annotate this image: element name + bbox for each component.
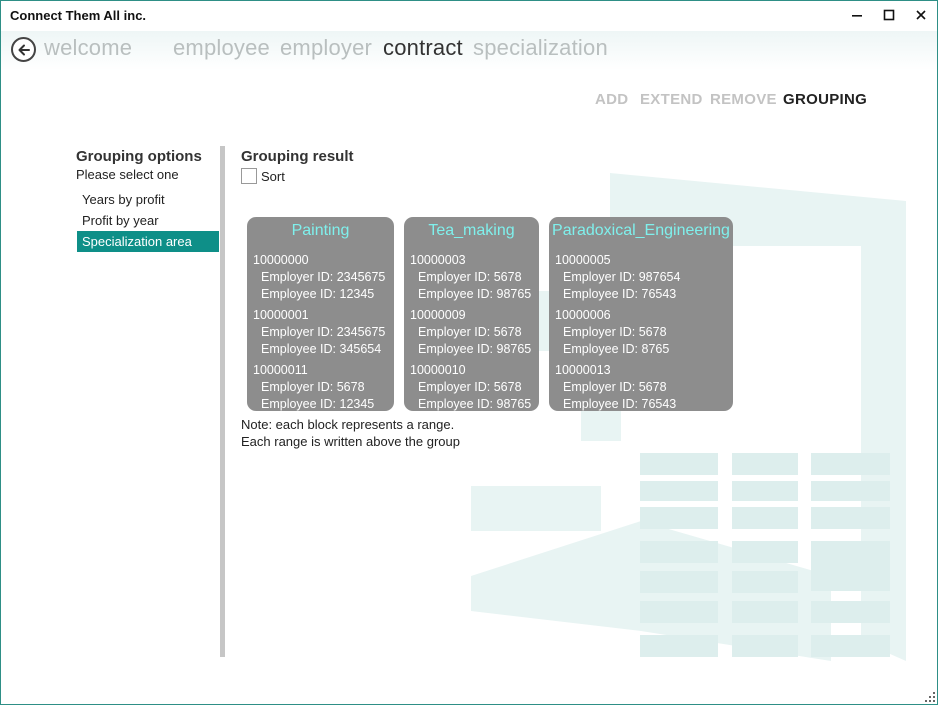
contract-id: 10000013 <box>555 363 611 377</box>
employer-id: Employer ID: 5678 <box>563 325 667 339</box>
group-entry: 10000010 Employer ID: 5678 Employee ID: … <box>410 362 539 411</box>
maximize-icon <box>883 9 895 21</box>
contract-id: 10000010 <box>410 363 466 377</box>
option-profit-by-year[interactable]: Profit by year <box>77 210 219 231</box>
contract-id: 10000009 <box>410 308 466 322</box>
note-line-2: Each range is written above the group <box>241 434 460 449</box>
grouping-result-title: Grouping result <box>241 148 354 165</box>
employee-id: Employee ID: 12345 <box>261 397 375 411</box>
grouping-options-subtitle: Please select one <box>76 167 179 182</box>
option-specialization-area[interactable]: Specialization area <box>77 231 219 252</box>
panel-splitter[interactable] <box>220 146 225 657</box>
employee-id: Employee ID: 98765 <box>418 397 532 411</box>
back-button[interactable] <box>11 37 36 62</box>
contract-id: 10000006 <box>555 308 611 322</box>
grouping-result-panel: Grouping result Sort <box>241 148 354 184</box>
employer-id: Employer ID: 5678 <box>418 380 522 394</box>
employee-id: Employee ID: 76543 <box>563 287 677 301</box>
group-entry: 10000006 Employer ID: 5678 Employee ID: … <box>555 307 733 358</box>
close-icon <box>916 10 926 20</box>
group-entry: 10000003 Employer ID: 5678 Employee ID: … <box>410 252 539 303</box>
contract-id: 10000005 <box>555 253 611 267</box>
employee-id: Employee ID: 345654 <box>261 342 382 356</box>
group-block-paradoxical-engineering: Paradoxical_Engineering 10000005 Employe… <box>549 217 733 411</box>
nav-employer[interactable]: employer <box>280 35 372 61</box>
arrow-left-icon <box>18 44 30 55</box>
contract-id: 10000003 <box>410 253 466 267</box>
group-block-painting: Painting 10000000 Employer ID: 2345675 E… <box>247 217 394 411</box>
close-button[interactable] <box>908 5 934 25</box>
employee-id: Employee ID: 98765 <box>418 287 532 301</box>
grouping-options-title: Grouping options <box>76 148 202 165</box>
navigation-bar: welcome employee employer contract speci… <box>1 31 937 71</box>
minimize-icon <box>852 15 862 17</box>
maximize-button[interactable] <box>876 5 902 25</box>
group-entry: 10000005 Employer ID: 987654 Employee ID… <box>555 252 733 303</box>
employee-id: Employee ID: 76543 <box>563 397 677 411</box>
add-action[interactable]: ADD <box>595 91 628 108</box>
employer-id: Employer ID: 2345675 <box>261 270 386 284</box>
employer-id: Employer ID: 5678 <box>563 380 667 394</box>
sort-checkbox[interactable] <box>241 168 257 184</box>
grouping-note: Note: each block represents a range. Eac… <box>241 416 460 450</box>
contract-id: 10000011 <box>253 363 308 377</box>
nav-specialization[interactable]: specialization <box>473 35 608 61</box>
employee-id: Employee ID: 12345 <box>261 287 375 301</box>
nav-contract[interactable]: contract <box>383 35 463 61</box>
group-entry: 10000009 Employer ID: 5678 Employee ID: … <box>410 307 539 358</box>
employer-id: Employer ID: 5678 <box>418 270 522 284</box>
group-title: Tea_making <box>428 222 515 239</box>
employer-id: Employer ID: 5678 <box>261 380 365 394</box>
note-line-1: Note: each block represents a range. <box>241 417 455 432</box>
contract-id: 10000000 <box>253 253 309 267</box>
group-entry: 10000011 Employer ID: 5678 Employee ID: … <box>253 362 394 411</box>
group-entry: 10000013 Employer ID: 5678 Employee ID: … <box>555 362 733 411</box>
app-window: Connect Them All inc. welcome employee e… <box>0 0 938 705</box>
grouping-options-list: Years by profit Profit by year Specializ… <box>77 189 219 252</box>
sort-checkbox-row[interactable]: Sort <box>241 168 285 184</box>
group-title: Painting <box>291 222 350 239</box>
employee-id: Employee ID: 98765 <box>418 342 532 356</box>
grouping-action[interactable]: GROUPING <box>783 91 867 108</box>
group-entry: 10000001 Employer ID: 2345675 Employee I… <box>253 307 394 358</box>
employer-id: Employer ID: 2345675 <box>261 325 386 339</box>
employee-id: Employee ID: 8765 <box>563 342 670 356</box>
option-years-by-profit[interactable]: Years by profit <box>77 189 219 210</box>
remove-action[interactable]: REMOVE <box>710 91 777 108</box>
sort-label: Sort <box>261 168 285 184</box>
employer-id: Employer ID: 5678 <box>418 325 522 339</box>
title-bar: Connect Them All inc. <box>1 1 937 31</box>
nav-employee[interactable]: employee <box>173 35 270 61</box>
employer-id: Employer ID: 987654 <box>563 270 681 284</box>
grouping-options-panel: Grouping options Please select one Years… <box>76 148 219 252</box>
extend-action[interactable]: EXTEND <box>640 91 703 108</box>
group-entry: 10000000 Employer ID: 2345675 Employee I… <box>253 252 394 303</box>
nav-welcome[interactable]: welcome <box>44 35 132 61</box>
group-title: Paradoxical_Engineering <box>552 222 730 239</box>
group-block-tea-making: Tea_making 10000003 Employer ID: 5678 Em… <box>404 217 539 411</box>
contract-id: 10000001 <box>253 308 309 322</box>
resize-grip-icon[interactable] <box>925 692 935 702</box>
app-title: Connect Them All inc. <box>10 8 147 23</box>
minimize-button[interactable] <box>844 5 870 25</box>
